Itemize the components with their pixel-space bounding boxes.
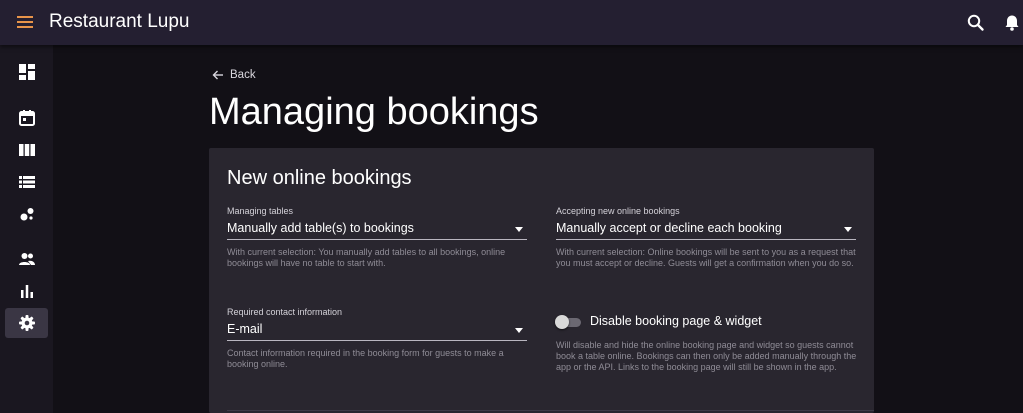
bell-icon[interactable] (1001, 12, 1023, 34)
managing-tables-select[interactable]: Manually add table(s) to bookings (227, 219, 527, 240)
rail-item-settings[interactable] (5, 308, 48, 338)
back-label: Back (230, 69, 256, 81)
managing-tables-help: With current selection: You manually add… (227, 247, 506, 268)
dashboard-icon (18, 64, 35, 80)
rail-item-dashboard[interactable] (5, 57, 48, 87)
bubbles-icon (20, 208, 33, 221)
accepting-bookings-label: Accepting new online bookings (556, 206, 680, 216)
rail-item-bubbles[interactable] (5, 199, 48, 229)
rail-item-people[interactable] (5, 244, 48, 274)
disable-booking-label: Disable booking page & widget (590, 314, 762, 328)
top-app-bar: Restaurant Lupu (0, 0, 1023, 45)
columns-icon (18, 144, 35, 156)
chevron-down-icon (515, 328, 523, 333)
calendar-icon (18, 110, 35, 126)
rail-item-statistics[interactable] (5, 276, 48, 306)
contact-info-label: Required contact information (227, 307, 343, 317)
navigation-rail (0, 45, 53, 413)
managing-tables-label: Managing tables (227, 206, 294, 216)
managing-tables-value: Manually add table(s) to bookings (227, 221, 414, 235)
new-online-bookings-card: New online bookings Managing tables Manu… (209, 148, 874, 413)
contact-info-value: E-mail (227, 322, 263, 336)
rail-item-calendar[interactable] (5, 103, 48, 133)
search-icon[interactable] (965, 12, 987, 34)
settings-icon (18, 315, 35, 331)
accepting-bookings-value: Manually accept or decline each booking (556, 221, 782, 235)
page-title: Managing bookings (209, 91, 539, 133)
disable-booking-toggle[interactable] (555, 315, 583, 329)
arrow-left-icon (212, 70, 223, 80)
contact-info-select[interactable]: E-mail (227, 320, 527, 341)
app-title: Restaurant Lupu (49, 11, 190, 32)
rail-item-columns[interactable] (5, 135, 48, 165)
rail-item-list[interactable] (5, 167, 48, 197)
bar-chart-icon (20, 285, 33, 298)
divider (227, 410, 874, 411)
contact-info-help: Contact information required in the book… (227, 348, 504, 369)
back-link[interactable]: Back (212, 69, 256, 81)
disable-booking-help: Will disable and hide the online booking… (556, 340, 857, 372)
accepting-bookings-help: With current selection: Online bookings … (556, 247, 856, 268)
accepting-bookings-select[interactable]: Manually accept or decline each booking (556, 219, 856, 240)
menu-icon[interactable] (14, 11, 36, 33)
toggle-thumb (555, 315, 569, 329)
list-icon (18, 176, 35, 188)
people-icon (18, 253, 35, 265)
chevron-down-icon (515, 227, 523, 232)
card-title: New online bookings (227, 167, 412, 189)
chevron-down-icon (844, 227, 852, 232)
